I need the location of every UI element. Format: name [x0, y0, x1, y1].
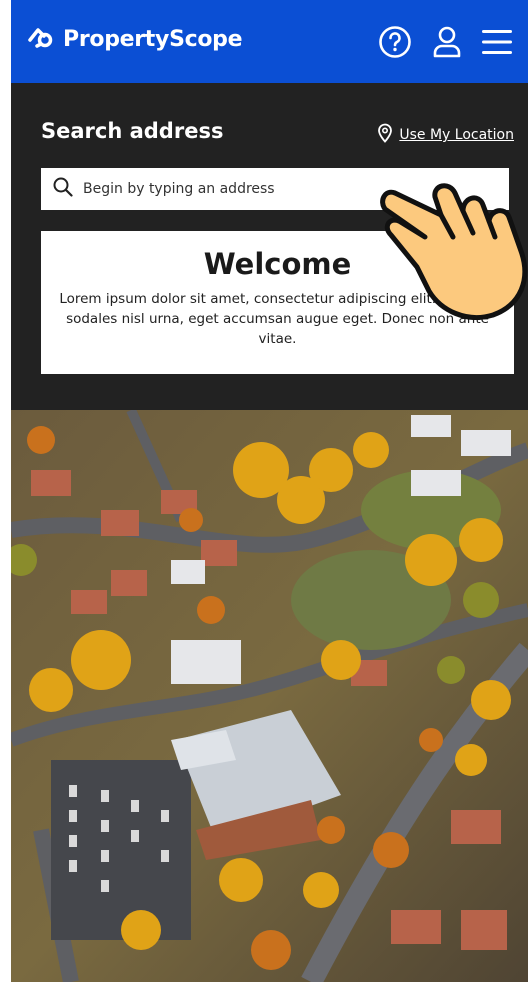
- hamburger-menu-icon[interactable]: [479, 24, 515, 60]
- question-circle-icon[interactable]: [377, 24, 413, 60]
- pointing-hand-icon: [371, 175, 528, 324]
- app-frame: PropertyScope Search address Use My Loca…: [11, 0, 528, 982]
- location-pin-icon: [377, 123, 393, 147]
- brand-name: PropertyScope: [63, 26, 243, 52]
- aerial-suburb-photo: [11, 410, 528, 982]
- search-title: Search address: [41, 119, 224, 143]
- user-icon[interactable]: [429, 24, 465, 60]
- top-nav-bar: PropertyScope: [11, 0, 528, 83]
- use-my-location-link[interactable]: Use My Location: [377, 123, 514, 147]
- brand-logo[interactable]: PropertyScope: [27, 24, 243, 54]
- search-icon: [53, 177, 73, 201]
- use-my-location-label: Use My Location: [399, 127, 514, 143]
- logo-icon: [27, 24, 57, 54]
